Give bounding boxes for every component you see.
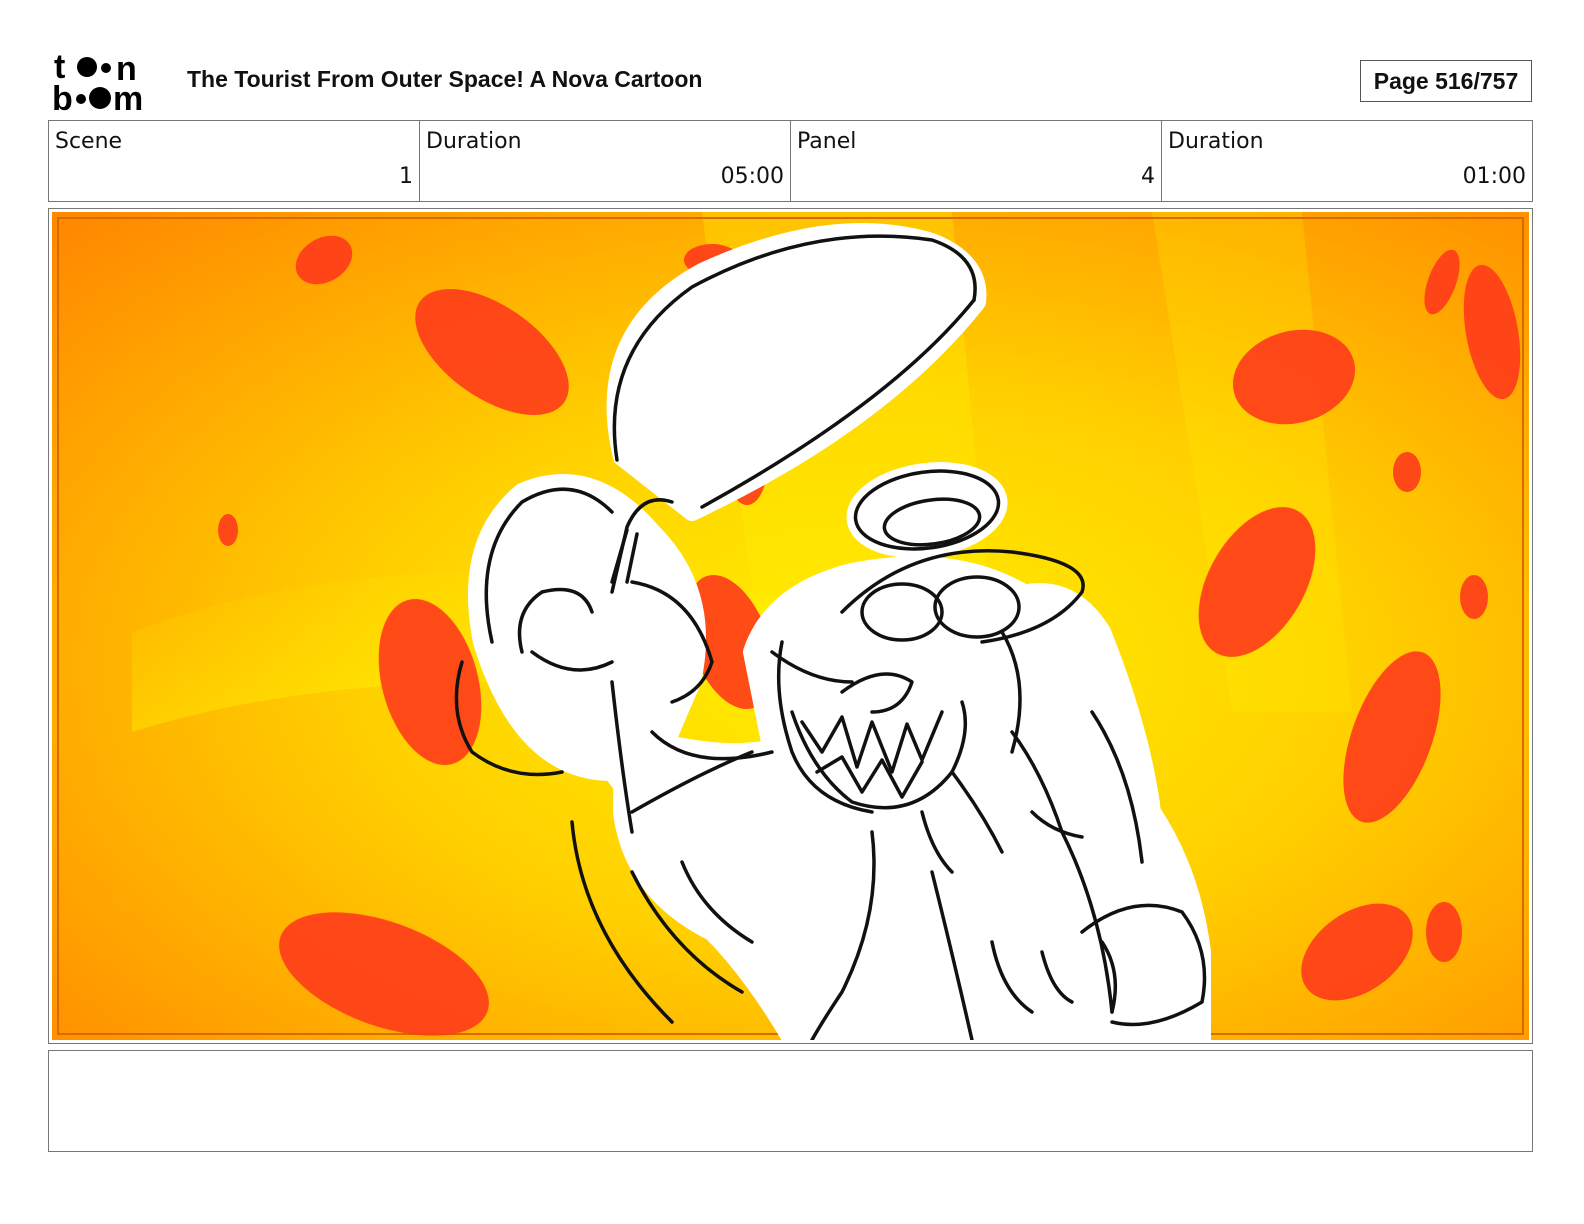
panel-label: Panel [797,129,857,154]
scene-duration-value: 05:00 [720,164,784,189]
panel-notes-box [48,1050,1533,1152]
panel-duration-cell: Duration 01:00 [1162,121,1532,201]
document-title: The Tourist From Outer Space! A Nova Car… [187,66,703,92]
storyboard-panel-image [52,212,1529,1040]
scene-cell: Scene 1 [49,121,420,201]
scene-label: Scene [55,129,123,154]
page-number: Page 516/757 [1360,60,1532,102]
scene-duration-cell: Duration 05:00 [420,121,791,201]
scene-info-table: Scene 1 Duration 05:00 Panel 4 Duration … [48,120,1533,202]
panel-duration-value: 01:00 [1462,164,1526,189]
scene-duration-label: Duration [426,129,522,154]
panel-cell: Panel 4 [791,121,1162,201]
svg-text:m: m [113,80,143,114]
toon-boom-logo: t n b m [52,50,143,114]
svg-text:b: b [52,80,73,114]
panel-duration-label: Duration [1168,129,1264,154]
scene-value: 1 [399,164,413,189]
panel-value: 4 [1141,164,1155,189]
